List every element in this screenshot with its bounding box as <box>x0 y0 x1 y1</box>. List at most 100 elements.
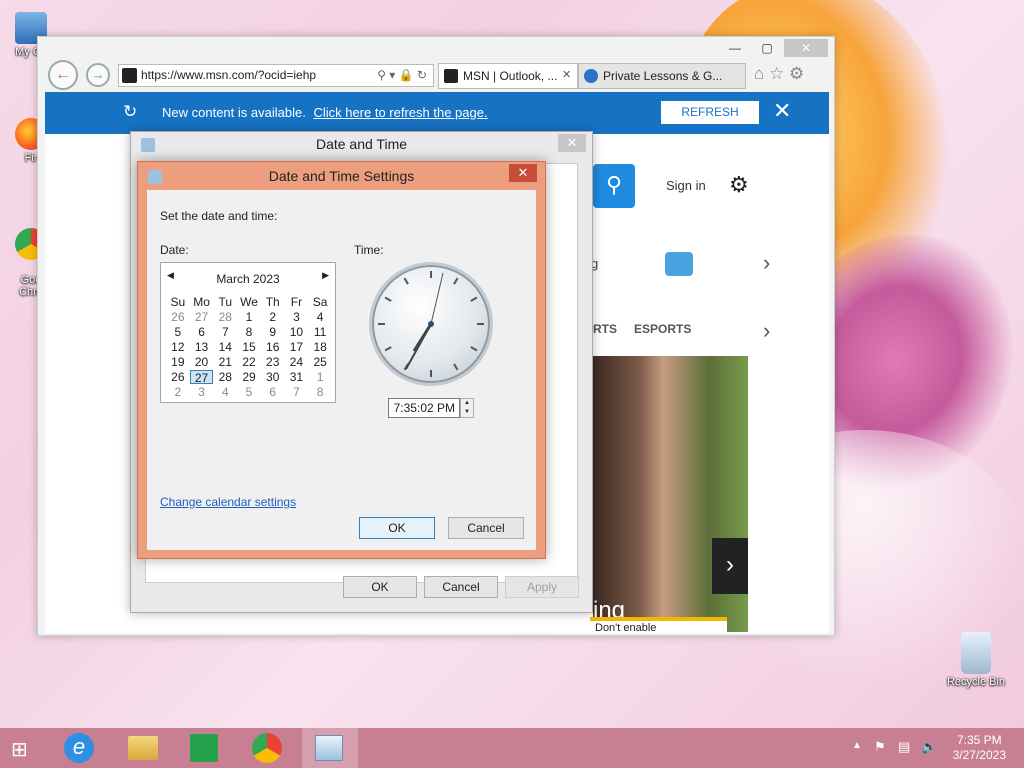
calendar-day[interactable]: 5 <box>166 325 190 339</box>
site-tab-icon <box>584 69 598 83</box>
calendar-day[interactable]: 4 <box>308 310 332 324</box>
address-tools-icons[interactable]: ⚲ ▾ 🔒 ↻ <box>377 65 427 86</box>
nav-item-esports[interactable]: ESPORTS <box>634 322 691 336</box>
tab-close-icon[interactable]: ✕ <box>562 68 571 81</box>
calendar-day[interactable]: 11 <box>308 325 332 339</box>
minute-hand <box>405 323 432 370</box>
chrome-icon <box>252 733 282 763</box>
close-dialog-button[interactable]: ✕ <box>558 134 586 152</box>
calendar-day[interactable]: 8 <box>308 385 332 399</box>
calendar-day[interactable]: 31 <box>285 370 309 384</box>
time-spinner[interactable]: ▲ ▼ <box>460 398 474 418</box>
calendar-day[interactable]: 29 <box>237 370 261 384</box>
start-button[interactable]: ⊞ <box>0 728 54 768</box>
calendar-day[interactable]: 20 <box>190 355 214 369</box>
weekday-header: We <box>240 295 258 309</box>
calendar-day[interactable]: 6 <box>190 325 214 339</box>
calendar-day[interactable]: 9 <box>261 325 285 339</box>
tab-msn[interactable]: MSN | Outlook, ... <box>438 63 578 89</box>
taskbar-date-time[interactable] <box>302 728 358 768</box>
calendar-day[interactable]: 15 <box>237 340 261 354</box>
refresh-link[interactable]: Click here to refresh the page. <box>313 105 487 120</box>
calendar-day[interactable]: 10 <box>285 325 309 339</box>
calendar-month-year[interactable]: March 2023 <box>161 272 335 286</box>
calendar-day[interactable]: 2 <box>166 385 190 399</box>
dont-enable-button[interactable]: Don't enable <box>595 622 656 633</box>
calendar-day[interactable]: 8 <box>237 325 261 339</box>
settings-ok-button[interactable]: OK <box>359 517 435 539</box>
calendar-day[interactable]: 1 <box>308 370 332 384</box>
calendar-day[interactable]: 6 <box>261 385 285 399</box>
scroll-right-icon[interactable]: › <box>763 250 770 276</box>
network-icon[interactable]: ▤ <box>898 739 910 755</box>
home-icon[interactable]: ⌂ <box>754 64 764 83</box>
calendar-day[interactable]: 7 <box>285 385 309 399</box>
desktop-icon-recycle-bin[interactable]: Recycle Bin <box>940 632 1012 688</box>
start-icon: ⊞ <box>11 739 28 761</box>
taskbar-ie[interactable]: e <box>52 728 106 768</box>
calendar-day[interactable]: 26 <box>166 370 190 384</box>
calendar-day[interactable]: 21 <box>213 355 237 369</box>
maximize-button[interactable]: ▢ <box>752 39 782 57</box>
taskbar-store[interactable] <box>178 728 232 768</box>
address-bar[interactable]: https://www.msn.com/?ocid=iehp ⚲ ▾ 🔒 ↻ <box>118 64 434 87</box>
calendar-day[interactable]: 2 <box>261 310 285 324</box>
settings-cancel-button[interactable]: Cancel <box>448 517 524 539</box>
taskbar-chrome[interactable] <box>240 728 294 768</box>
calendar-day[interactable]: 3 <box>190 385 214 399</box>
sign-in-link[interactable]: Sign in <box>666 178 706 193</box>
address-url: https://www.msn.com/?ocid=iehp <box>141 68 317 82</box>
settings-gear-icon[interactable]: ⚙ <box>729 172 749 198</box>
nav-item-sports[interactable]: RTS <box>593 322 617 336</box>
back-button[interactable]: ← <box>48 60 78 90</box>
show-hidden-icons[interactable]: ▲ <box>852 740 862 751</box>
settings-gear-icon[interactable]: ⚙ <box>789 64 804 83</box>
taskbar-explorer[interactable] <box>116 728 170 768</box>
minimize-button[interactable]: — <box>720 39 750 57</box>
change-calendar-settings-link[interactable]: Change calendar settings <box>160 495 296 509</box>
calendar-day[interactable]: 14 <box>213 340 237 354</box>
next-month-icon[interactable]: ▶ <box>322 270 329 281</box>
close-button[interactable]: ✕ <box>784 39 828 57</box>
calendar-day[interactable]: 13 <box>190 340 214 354</box>
calendar-day[interactable]: 17 <box>285 340 309 354</box>
calendar-day[interactable]: 27 <box>190 310 214 324</box>
calendar-day[interactable]: 26 <box>166 310 190 324</box>
tab-private-lessons[interactable]: Private Lessons & G... <box>578 63 746 89</box>
carousel-next-icon[interactable]: › <box>712 538 748 594</box>
calendar-day[interactable]: 5 <box>237 385 261 399</box>
calendar-day[interactable]: 7 <box>213 325 237 339</box>
close-settings-button[interactable]: ✕ <box>509 164 537 182</box>
refresh-button[interactable]: REFRESH <box>661 101 759 124</box>
calendar-day[interactable]: 16 <box>261 340 285 354</box>
calendar-day[interactable]: 19 <box>166 355 190 369</box>
calendar-day[interactable]: 3 <box>285 310 309 324</box>
calendar-day[interactable]: 4 <box>213 385 237 399</box>
calendar-day[interactable]: 28 <box>213 370 237 384</box>
date-time-app-icon <box>315 735 343 761</box>
calendar-day[interactable]: 12 <box>166 340 190 354</box>
nav-scroll-right-icon[interactable]: › <box>763 318 770 344</box>
time-input[interactable]: 7:35:02 PM <box>388 398 460 418</box>
cancel-button[interactable]: Cancel <box>424 576 498 598</box>
calendar-day[interactable]: 30 <box>261 370 285 384</box>
search-button[interactable]: ⚲ <box>593 164 635 208</box>
apply-button[interactable]: Apply <box>505 576 579 598</box>
close-banner-icon[interactable]: ✕ <box>773 98 791 124</box>
calendar-day[interactable]: 27 <box>189 370 214 385</box>
calendar-day[interactable]: 24 <box>285 355 309 369</box>
calendar-day[interactable]: 1 <box>237 310 261 324</box>
taskbar: ⊞ e ▲ ⚑ ▤ 🔈 7:35 PM 3/27/2023 <box>0 728 1024 768</box>
calendar-day[interactable]: 22 <box>237 355 261 369</box>
calendar-day[interactable]: 28 <box>213 310 237 324</box>
system-clock[interactable]: 7:35 PM 3/27/2023 <box>953 733 1006 763</box>
forward-button[interactable]: → <box>86 63 110 87</box>
internet-explorer-icon: e <box>64 733 94 763</box>
volume-muted-icon[interactable]: 🔈 <box>921 739 937 755</box>
action-center-flag-icon[interactable]: ⚑ <box>874 739 886 755</box>
favorites-star-icon[interactable]: ☆ <box>769 64 784 83</box>
calendar-day[interactable]: 18 <box>308 340 332 354</box>
ok-button[interactable]: OK <box>343 576 417 598</box>
calendar-day[interactable]: 25 <box>308 355 332 369</box>
calendar-day[interactable]: 23 <box>261 355 285 369</box>
